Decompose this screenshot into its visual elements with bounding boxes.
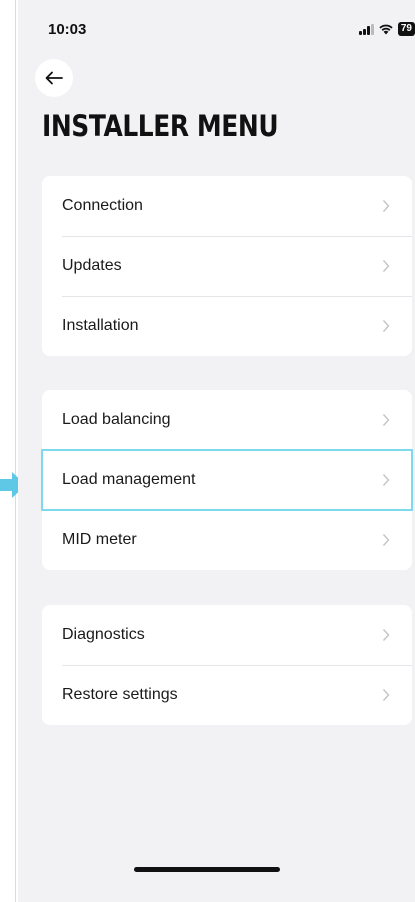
menu-item-installation[interactable]: Installation [42,296,412,356]
page-edge-line [15,0,16,902]
menu-item-label: Updates [62,257,122,274]
chevron-right-icon [382,200,390,212]
phone-screen: 10:03 79 INSTALLER MENU Connection Updat… [18,0,415,902]
chevron-right-icon [382,629,390,641]
menu-item-load-management[interactable]: Load management [41,449,413,511]
chevron-right-icon [382,534,390,546]
menu-item-label: Installation [62,317,139,334]
menu-item-label: Load management [62,471,196,488]
back-button[interactable] [35,59,73,97]
arrow-left-icon [45,71,63,85]
chevron-right-icon [382,320,390,332]
home-indicator[interactable] [134,867,280,872]
menu-item-label: Load balancing [62,411,171,428]
chevron-right-icon [382,414,390,426]
status-time: 10:03 [48,21,87,38]
menu-item-restore-settings[interactable]: Restore settings [42,665,412,725]
menu-item-updates[interactable]: Updates [42,236,412,296]
battery-icon: 79 [397,22,415,36]
signal-icon [358,23,374,35]
status-icons: 79 [358,22,415,36]
chevron-right-icon [382,689,390,701]
menu-card-load: Load balancing Load management MID meter [41,390,413,570]
menu-item-connection[interactable]: Connection [42,176,412,236]
menu-item-label: Diagnostics [62,626,145,643]
page-title: INSTALLER MENU [42,109,279,143]
menu-item-label: MID meter [62,531,137,548]
wifi-icon [379,24,393,35]
menu-item-label: Connection [62,197,143,214]
menu-card-setup: Connection Updates Installation [42,176,412,356]
menu-item-label: Restore settings [62,686,178,703]
chevron-right-icon [382,474,390,486]
menu-item-mid-meter[interactable]: MID meter [42,510,412,570]
chevron-right-icon [382,260,390,272]
menu-card-maintenance: Diagnostics Restore settings [42,605,412,725]
menu-item-load-balancing[interactable]: Load balancing [42,390,412,450]
menu-item-diagnostics[interactable]: Diagnostics [42,605,412,665]
